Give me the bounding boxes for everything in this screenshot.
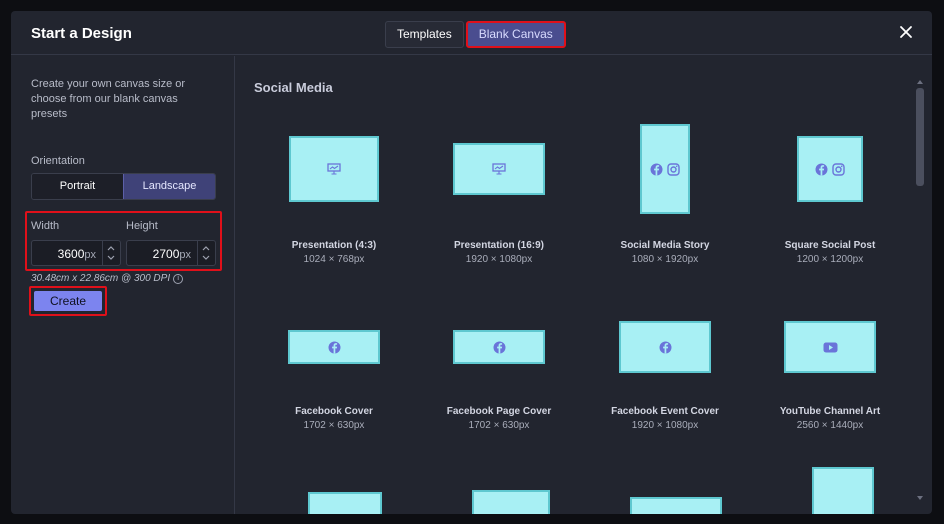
facebook-icon <box>659 341 672 354</box>
dpi-text: 30.48cm x 22.86cm @ 300 DPI <box>31 273 171 284</box>
tab-templates[interactable]: Templates <box>385 21 464 48</box>
preset-name: Square Social Post <box>784 240 876 251</box>
preset-size: 1920 × 1080px <box>465 254 533 265</box>
preset-thumbnail <box>453 330 545 364</box>
preset-thumbnail <box>288 330 380 364</box>
height-field[interactable]: 2700px <box>126 240 216 266</box>
youtube-icon <box>823 342 838 353</box>
preset-square-social-post[interactable]: Square Social Post 1200 × 1200px <box>755 126 905 265</box>
preset-name: Facebook Cover <box>295 406 373 417</box>
width-value: 3600 <box>57 247 85 261</box>
start-design-modal: Start a Design Templates Blank Canvas Cr… <box>11 11 932 514</box>
preset-size: 1080 × 1920px <box>631 254 699 265</box>
chevron-down-icon[interactable] <box>107 255 115 261</box>
modal-title: Start a Design <box>31 25 132 42</box>
preset-presentation-4-3[interactable]: Presentation (4:3) 1024 × 768px <box>259 126 409 265</box>
scrollbar-thumb[interactable] <box>916 88 924 186</box>
preset-size: 1702 × 630px <box>303 420 365 431</box>
chevron-up-icon[interactable] <box>202 245 210 251</box>
height-stepper[interactable] <box>197 241 215 265</box>
preset-name: Social Media Story <box>620 240 710 251</box>
preset-thumbnail <box>640 124 690 214</box>
orientation-toggle: Portrait Landscape <box>31 173 216 200</box>
scroll-up-icon[interactable] <box>917 80 923 84</box>
preset-youtube-channel-art[interactable]: YouTube Channel Art 2560 × 1440px <box>755 292 905 431</box>
preset-size: 1702 × 630px <box>468 420 530 431</box>
preset-size: 1200 × 1200px <box>796 254 864 265</box>
preset-thumbnail <box>453 143 545 195</box>
width-unit: px <box>84 249 96 261</box>
preset-thumbnail-partial[interactable] <box>812 467 874 514</box>
preset-thumbnail-partial[interactable] <box>308 492 382 514</box>
instagram-icon <box>832 162 845 176</box>
dimensions-group: Width Height 3600px 2700px <box>25 211 222 271</box>
height-value: 2700 <box>152 247 180 261</box>
facebook-icon <box>815 163 828 176</box>
facebook-icon <box>650 163 663 176</box>
preset-name: Facebook Page Cover <box>446 406 552 417</box>
chevron-up-icon[interactable] <box>107 245 115 251</box>
chevron-down-icon[interactable] <box>202 255 210 261</box>
height-label: Height <box>126 220 158 232</box>
create-highlight: Create <box>29 286 107 316</box>
preset-name: Presentation (16:9) <box>453 240 545 251</box>
tab-blank-canvas[interactable]: Blank Canvas <box>465 21 566 48</box>
preset-social-media-story[interactable]: Social Media Story 1080 × 1920px <box>590 124 740 265</box>
width-field[interactable]: 3600px <box>31 240 121 266</box>
preset-size: 2560 × 1440px <box>796 420 864 431</box>
preset-facebook-page-cover[interactable]: Facebook Page Cover 1702 × 630px <box>424 292 574 431</box>
preset-thumbnail <box>619 321 711 373</box>
preset-name: YouTube Channel Art <box>779 406 881 417</box>
preset-presentation-16-9[interactable]: Presentation (16:9) 1920 × 1080px <box>424 126 574 265</box>
width-value-wrap: 3600px <box>58 247 96 261</box>
preset-facebook-event-cover[interactable]: Facebook Event Cover 1920 × 1080px <box>590 292 740 431</box>
tab-group: Templates Blank Canvas <box>385 21 566 48</box>
canvas-description: Create your own canvas size or choose fr… <box>31 78 186 120</box>
instagram-icon <box>667 162 680 176</box>
presentation-icon <box>327 163 341 175</box>
preset-thumbnail <box>289 136 379 202</box>
dpi-info: 30.48cm x 22.86cm @ 300 DPI i <box>31 273 184 284</box>
create-button[interactable]: Create <box>34 291 102 311</box>
scrollbar[interactable] <box>915 78 925 500</box>
width-stepper[interactable] <box>102 241 120 265</box>
height-value-wrap: 2700px <box>153 247 191 261</box>
presets-panel: Social Media Presentation (4:3) 1024 × 7… <box>236 56 932 514</box>
preset-size: 1920 × 1080px <box>631 420 699 431</box>
preset-facebook-cover[interactable]: Facebook Cover 1702 × 630px <box>259 292 409 431</box>
preset-name: Presentation (4:3) <box>291 240 377 251</box>
presentation-icon <box>492 163 506 175</box>
preset-thumbnail <box>784 321 876 373</box>
height-unit: px <box>179 249 191 261</box>
preset-thumbnail-partial[interactable] <box>630 497 722 514</box>
close-icon[interactable] <box>898 24 914 40</box>
preset-thumbnail <box>797 136 863 202</box>
portrait-button[interactable]: Portrait <box>32 174 123 199</box>
scroll-down-icon[interactable] <box>917 496 923 500</box>
facebook-icon <box>328 341 341 354</box>
preset-name: Facebook Event Cover <box>611 406 719 417</box>
landscape-button[interactable]: Landscape <box>123 174 215 199</box>
info-icon[interactable]: i <box>173 274 184 284</box>
canvas-settings-panel: Create your own canvas size or choose fr… <box>11 56 235 514</box>
width-label: Width <box>31 220 60 232</box>
facebook-icon <box>493 341 506 354</box>
preset-thumbnail-partial[interactable] <box>472 490 550 514</box>
section-title: Social Media <box>254 80 333 95</box>
modal-header: Start a Design Templates Blank Canvas <box>11 11 932 55</box>
preset-size: 1024 × 768px <box>303 254 365 265</box>
orientation-label: Orientation <box>31 155 85 167</box>
